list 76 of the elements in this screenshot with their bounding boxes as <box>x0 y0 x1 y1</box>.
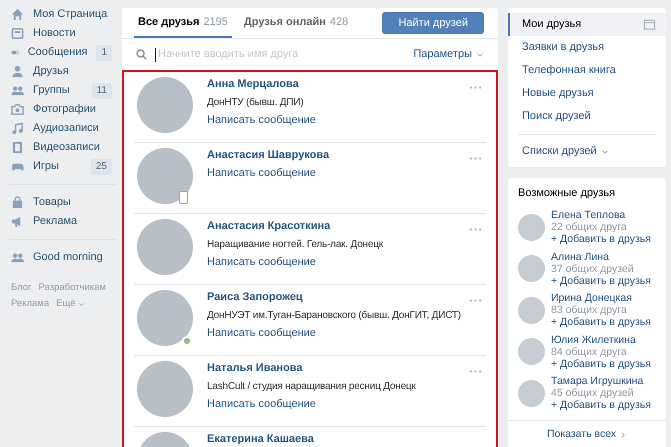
write-message-link[interactable]: Написать сообщение <box>207 327 469 340</box>
avatar-photo <box>518 380 545 407</box>
suggested-name[interactable]: Юлия Жилеткина <box>551 334 651 346</box>
avatar-photo <box>518 296 545 324</box>
nav-item[interactable]: Новые друзья <box>508 82 666 105</box>
mutual-friends-count: 84 общих друга <box>551 346 628 358</box>
friend-name[interactable]: Екатерина Кашаева <box>207 433 486 446</box>
tab[interactable]: Все друзья 2195 <box>134 8 232 38</box>
avatar-photo <box>518 214 545 241</box>
home-icon <box>11 8 24 21</box>
sidebar-item[interactable]: Группы 11 <box>8 81 118 100</box>
friend-name[interactable]: Наталья Иванова <box>207 362 469 375</box>
mutual-friends-count: 37 общих друзей <box>551 262 635 275</box>
add-friend-link[interactable]: + Добавить в друзья <box>551 399 651 412</box>
count-badge: 25 <box>90 158 112 174</box>
friend-info: Наращивание ногтей. Гель-лак. Донецк <box>207 238 384 251</box>
sidebar-item[interactable]: Новости <box>8 24 118 43</box>
sidebar-item[interactable]: Good morning <box>8 248 118 267</box>
people-icon <box>11 84 24 97</box>
shopping-bag-icon <box>11 196 24 209</box>
sidebar-item[interactable]: Моя Страница <box>8 5 118 24</box>
sidebar-item[interactable]: Сообщения 1 <box>8 43 118 62</box>
nav-item[interactable]: Мои друзья <box>508 13 666 36</box>
sidebar-item[interactable]: Видеозаписи <box>8 138 118 157</box>
camera-icon <box>11 103 24 116</box>
search-icon <box>136 49 147 60</box>
sidebar-item[interactable]: Игры 25 <box>8 157 118 176</box>
avatar-photo <box>518 255 545 282</box>
count-badge: 11 <box>92 82 112 98</box>
mutual-friends-count: 83 общих друга <box>551 304 628 316</box>
find-friends-button[interactable]: Найти друзей <box>382 12 484 34</box>
suggested-name[interactable]: Елена Теплова <box>551 209 651 222</box>
sidebar-item[interactable]: Товары <box>8 193 118 212</box>
sidebar-item[interactable]: Реклама <box>8 212 118 231</box>
phone-icon <box>179 191 188 204</box>
sidebar-item[interactable]: Аудиозаписи <box>8 119 118 138</box>
friend-lists-link[interactable]: Списки друзей <box>508 141 666 162</box>
calendar-icon <box>643 18 656 31</box>
music-note-icon <box>11 122 24 135</box>
friend-name[interactable]: Раиса Запорожец <box>207 291 469 304</box>
write-message-link[interactable]: Написать сообщение <box>207 398 469 411</box>
write-message-link[interactable]: Написать сообщение <box>207 256 469 269</box>
add-friend-link[interactable]: + Добавить в друзья <box>551 316 651 328</box>
suggested-name[interactable]: Алина Лина <box>551 250 651 263</box>
tab[interactable]: Друзья онлайн 428 <box>240 8 352 38</box>
add-friend-link[interactable]: + Добавить в друзья <box>551 358 651 370</box>
mutual-friends-count: 45 общих друзей <box>551 387 635 400</box>
friend-info: ДонНУЭТ им.Туган-Барановского (бывш. ДонГИТ, ДИСТ) <box>207 309 462 322</box>
search-field[interactable]: Начните вводить имя друга <box>155 48 406 62</box>
write-message-link[interactable]: Написать сообщение <box>207 114 469 127</box>
friend-name[interactable]: Анастасия Красоткина <box>207 220 469 233</box>
chevron-right-icon <box>619 430 628 438</box>
mutual-friends-count: 22 общих друга <box>551 221 628 234</box>
newspaper-icon <box>11 27 24 40</box>
friend-info: ДонНТУ (бывш. ДПИ) <box>207 96 304 109</box>
sidebar-item[interactable]: Фотографии <box>8 100 118 119</box>
add-friend-link[interactable]: + Добавить в друзья <box>551 233 651 246</box>
friend-info: LashCult / студия наращивания ресниц Донецк <box>207 380 417 393</box>
count-badge: 1 <box>96 44 112 60</box>
nav-item[interactable]: Поиск друзей <box>508 105 666 128</box>
nav-item[interactable]: Телефонная книга <box>508 59 666 82</box>
suggested-name[interactable]: Ирина Донецкая <box>551 292 651 304</box>
show-all-link[interactable]: Показать всех <box>508 420 666 447</box>
people-icon <box>11 251 24 264</box>
sidebar-item[interactable]: Друзья <box>8 62 118 81</box>
nav-item[interactable]: Заявки в друзья <box>508 36 666 59</box>
avatar-photo <box>518 338 545 366</box>
suggested-name[interactable]: Тамара Игрушкина <box>551 375 651 388</box>
friend-name[interactable]: Анастасия Шаврукова <box>207 149 469 162</box>
write-message-link[interactable]: Написать сообщение <box>207 167 469 180</box>
caret-icon <box>78 300 85 308</box>
parameters-button[interactable]: Параметры <box>413 46 484 63</box>
add-friend-link[interactable]: + Добавить в друзья <box>551 274 651 287</box>
person-icon <box>11 65 24 78</box>
friend-name[interactable]: Анна Мерцалова <box>207 78 469 91</box>
suggestions-title: Возможные друзья <box>517 186 616 201</box>
